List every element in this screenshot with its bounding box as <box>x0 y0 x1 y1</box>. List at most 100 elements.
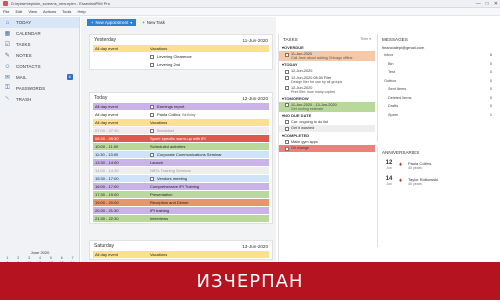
event-checkbox[interactable] <box>150 176 154 181</box>
mini-calendar-day[interactable]: 1 <box>2 256 13 260</box>
event-row[interactable]: Levering Clearence <box>93 53 269 60</box>
event-checkbox[interactable] <box>150 112 154 117</box>
new-task-button[interactable]: + New Task <box>142 20 165 25</box>
task-group-header[interactable]: ▾ COMPLETED <box>279 132 375 139</box>
folder-spam[interactable]: Spam 1 <box>378 111 500 120</box>
event-time: 19:00 - 20:00 <box>93 199 148 206</box>
task-checkbox[interactable] <box>285 86 289 90</box>
mini-calendar-day[interactable]: 3 <box>24 256 35 260</box>
anniversary-item[interactable]: 14 Jun ♦ Taylor Rutkowski 40 years <box>378 173 500 189</box>
event-row[interactable]: 19:00 - 20:00 Reception and Dinner <box>93 199 269 206</box>
event-row[interactable]: All day event Vacations <box>93 251 269 258</box>
event-checkbox[interactable] <box>150 104 154 109</box>
sidebar-item-calendar[interactable]: ▦ CALENDAR <box>0 28 79 39</box>
folder-drafts[interactable]: Drafts 0 <box>378 102 500 111</box>
event-row[interactable]: 07:00 - 07:30 Breakfast <box>93 127 269 134</box>
sidebar-item-today[interactable]: ⌂ TODAY <box>0 17 79 28</box>
maximize-icon[interactable]: □ <box>486 1 489 7</box>
event-row[interactable]: All day event Paula Collins Birthday <box>93 111 269 118</box>
mini-calendar-day[interactable]: 4 <box>35 256 46 260</box>
anniversary-item[interactable]: 12 Jun ♦ Paula Collins 40 years <box>378 157 500 173</box>
event-row[interactable]: 21:30 - 22:30 Interviews <box>93 215 269 222</box>
task-text: Car: ongoing to do list <box>291 120 328 124</box>
task-item[interactable]: 12-Jun-2020 Print filer: how many copies <box>279 84 375 95</box>
event-title: Corporate Communications Seminar <box>157 152 222 157</box>
event-checkbox[interactable] <box>150 62 154 67</box>
event-row[interactable]: 16:00 - 17:00 Comprehensive iPI Training <box>93 183 269 190</box>
event-row[interactable]: 20:30 - 21:30 IPI training <box>93 207 269 214</box>
event-checkbox[interactable] <box>150 54 154 59</box>
sidebar-item-mail[interactable]: ✉ MAIL 6 <box>0 72 79 83</box>
messages-panel: MESSAGES financialepi@gmail.com Inbox 6 Bi… <box>377 34 500 142</box>
mini-calendar-day[interactable]: 2 <box>13 256 24 260</box>
day-label: Yesterday <box>94 37 117 43</box>
sidebar-item-contacts[interactable]: ☺ CONTACTS <box>0 61 79 72</box>
mini-calendar-day[interactable]: 5 <box>45 256 56 260</box>
folder-outbox[interactable]: Outbox 0 <box>378 77 500 86</box>
folder-sent-items[interactable]: Sent Items 0 <box>378 85 500 94</box>
event-title: Comprehensive iPI Training <box>150 184 200 189</box>
new-appointment-button[interactable]: + New Appointment ▾ <box>87 19 137 26</box>
plus-icon: + <box>142 20 145 25</box>
task-item[interactable]: 12-Jun-2020 08:30 Filer Design filer for … <box>279 74 375 85</box>
mini-calendar-day[interactable]: 6 <box>56 256 67 260</box>
task-checkbox[interactable] <box>285 140 289 144</box>
task-checkbox[interactable] <box>285 76 289 80</box>
menu-view[interactable]: View <box>28 9 37 14</box>
task-text: Make gym apps <box>291 140 318 144</box>
event-row[interactable]: Levering 2nd <box>93 61 269 68</box>
event-row[interactable]: 14:00 - 14:30 NBTs Training Seminar <box>93 167 269 174</box>
folder-bin[interactable]: Bin 0 <box>378 60 500 69</box>
event-body: Sport: specific warm-up with iFt <box>148 135 269 142</box>
event-time: All day event <box>93 103 148 110</box>
minimize-icon[interactable]: — <box>476 1 481 7</box>
sidebar-item-label: PASSWORDS <box>16 86 46 91</box>
task-item[interactable]: Oil change <box>279 145 375 152</box>
task-item[interactable]: 11-Jun-2020 Call Jane about adding Chicag… <box>279 51 375 61</box>
sidebar-item-tasks[interactable]: ☑ TASKS <box>0 39 79 50</box>
tasks-filter-dropdown[interactable]: Time ▾ <box>360 37 371 41</box>
sidebar-item-label: CONTACTS <box>16 64 41 69</box>
event-title: Interviews <box>150 216 169 221</box>
task-checkbox[interactable] <box>285 146 289 151</box>
event-row[interactable]: 10:00 - 11:00 Scheduled activities <box>93 143 269 150</box>
menu-edit[interactable]: Edit <box>15 9 22 14</box>
event-row[interactable]: All day event Earnings report <box>93 103 269 110</box>
event-row[interactable]: 08:30 - 09:30 Sport: specific warm-up wit… <box>93 135 269 142</box>
event-row[interactable]: 13:30 - 14:00 Launch <box>93 159 269 166</box>
event-row[interactable]: All day event Vacations <box>93 119 269 126</box>
folder-deleted-items[interactable]: Deleted Items 0 <box>378 94 500 103</box>
event-row[interactable]: 17:30 - 19:00 Presentation <box>93 191 269 198</box>
task-checkbox[interactable] <box>285 103 289 107</box>
event-row[interactable]: 15:30 - 17:00 Vendors meeting <box>93 175 269 182</box>
event-time: 14:00 - 14:30 <box>93 167 148 174</box>
mini-calendar-day[interactable]: 7 <box>67 256 78 260</box>
menu-file[interactable]: File <box>3 9 9 14</box>
sidebar-item-notes[interactable]: ✎ NOTES <box>0 50 79 61</box>
sidebar-item-trash[interactable]: ␡ TRASH <box>0 94 79 105</box>
menu-help[interactable]: Help <box>77 9 85 14</box>
task-checkbox[interactable] <box>285 120 289 124</box>
task-checkbox[interactable] <box>285 52 289 57</box>
mail-account[interactable]: financialepi@gmail.com <box>378 44 500 51</box>
task-group-header[interactable]: ▾ OVERDUE <box>279 44 375 51</box>
event-checkbox[interactable] <box>150 152 154 157</box>
folder-test[interactable]: Test 0 <box>378 68 500 77</box>
chevron-down-icon[interactable]: ▾ <box>130 20 132 25</box>
sidebar-item-passwords[interactable]: ⚿ PASSWORDS <box>0 83 79 94</box>
menu-actions[interactable]: Actions <box>43 9 56 14</box>
task-item[interactable]: 11-Jun-2020 - 13-Jun-2020 Get roofing est… <box>279 101 375 112</box>
task-group-header[interactable]: ▾ TODAY <box>279 61 375 68</box>
event-row[interactable]: All day event Vacations <box>93 45 269 52</box>
close-icon[interactable]: ✕ <box>494 1 498 7</box>
folder-inbox[interactable]: Inbox 6 <box>378 51 500 60</box>
task-group-header[interactable]: ▾ TOMORROW <box>279 95 375 102</box>
menu-tools[interactable]: Tools <box>62 9 71 14</box>
task-checkbox[interactable] <box>285 69 289 74</box>
task-group-header[interactable]: ▾ NO DUE DATE <box>279 112 375 119</box>
task-checkbox[interactable] <box>285 126 289 131</box>
event-title: NBTs Training Seminar <box>150 168 191 173</box>
event-row[interactable]: 11:30 - 13:00 Corporate Communications Se… <box>93 151 269 158</box>
event-checkbox[interactable] <box>150 128 154 133</box>
task-note: Print filer: how many copies <box>291 89 335 94</box>
